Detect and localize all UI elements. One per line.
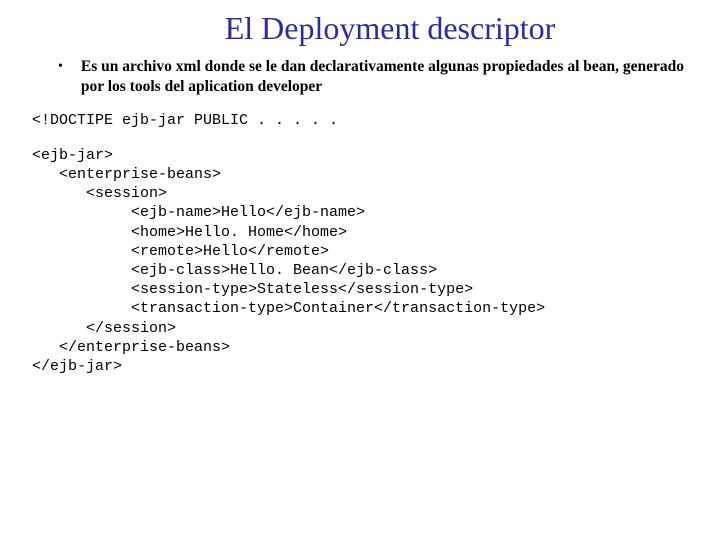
code-xml-block: <ejb-jar> <enterprise-beans> <session> <… [32,146,690,376]
slide-title: El Deployment descriptor [30,10,690,47]
bullet-text: Es un archivo xml donde se le dan declar… [81,57,690,97]
bullet-item: • Es un archivo xml donde se le dan decl… [58,57,690,97]
code-doctype-line: <!DOCTIPE ejb-jar PUBLIC . . . . . [32,111,690,130]
bullet-marker-icon: • [58,57,63,77]
